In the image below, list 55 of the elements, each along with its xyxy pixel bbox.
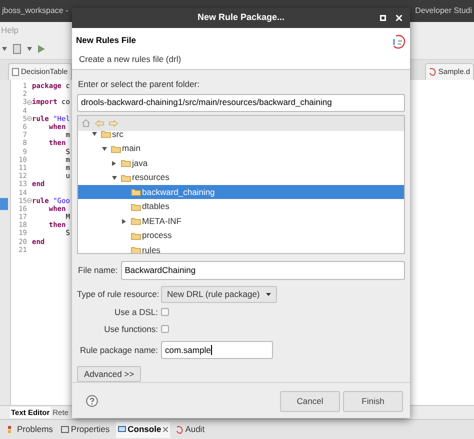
checkbox-label: Use functions:: [103, 322, 158, 336]
window-title: Developer Studi: [415, 5, 472, 17]
help-icon[interactable]: [86, 395, 98, 408]
field-label: File name:: [77, 264, 118, 277]
tree-item[interactable]: dtables: [78, 199, 404, 214]
selection-marker: [0, 198, 8, 210]
panel-tab[interactable]: Console: [116, 422, 170, 438]
dialog-button[interactable]: Cancel: [280, 390, 340, 412]
dropdown-caret-icon: [266, 292, 271, 296]
advanced-button[interactable]: Advanced >>: [77, 366, 142, 382]
maximize-icon[interactable]: [380, 15, 386, 21]
header-title: New Rules File: [76, 34, 137, 47]
audit-icon: [176, 426, 184, 434]
tree-item[interactable]: META-INF: [78, 214, 404, 228]
collapsed-arrow-icon[interactable]: [122, 218, 126, 224]
tree-item[interactable]: backward_chaining: [78, 184, 404, 200]
file-name-field[interactable]: BackwardChaining: [120, 260, 405, 280]
package-name-field[interactable]: com.sample: [161, 341, 273, 360]
console-icon: [118, 426, 126, 433]
tree-item[interactable]: src: [78, 126, 404, 142]
dialog-button[interactable]: Finish: [343, 390, 403, 412]
field-label: Enter or select the parent folder:: [77, 78, 200, 91]
caret-icon[interactable]: [27, 46, 32, 50]
field-label: Type of rule resource:: [77, 288, 158, 301]
tree-item[interactable]: main: [78, 141, 404, 156]
collapsed-arrow-icon[interactable]: [112, 160, 116, 166]
window-title: jboss_workspace -: [2, 5, 68, 17]
header-description: Create a new rules file (drl): [78, 52, 182, 66]
expanded-arrow-icon[interactable]: [102, 146, 107, 150]
caret-icon[interactable]: [2, 46, 7, 50]
rule-type-dropdown[interactable]: New DRL (rule package): [161, 286, 277, 303]
tree-item[interactable]: java: [78, 156, 404, 170]
field-label: Rule package name:: [79, 344, 158, 357]
tree-item[interactable]: process: [78, 228, 404, 243]
expanded-arrow-icon[interactable]: [112, 176, 117, 180]
rules-file-icon: [392, 34, 406, 50]
panel-tab[interactable]: Audit: [174, 422, 207, 438]
file-icon: [12, 68, 19, 76]
checkbox[interactable]: [161, 308, 169, 316]
text-cursor: [210, 345, 212, 356]
checkbox[interactable]: [161, 324, 169, 333]
run-icon[interactable]: [38, 44, 45, 52]
dialog-title: New Rule Package...: [197, 11, 285, 24]
panel-tab[interactable]: Problems: [6, 422, 55, 438]
tree-item[interactable]: rules: [78, 242, 404, 253]
folder-field[interactable]: drools-backward-chaining1/src/main/resources/backward_chaining: [77, 94, 405, 112]
properties-icon: [60, 426, 69, 433]
fold-icon[interactable]: [27, 198, 32, 204]
tree-item[interactable]: resources: [78, 170, 404, 185]
fold-icon[interactable]: [27, 100, 32, 105]
rules-file-icon: [429, 68, 436, 76]
panel-tab[interactable]: Properties: [58, 422, 112, 438]
checkbox-label: Use a DSL:: [114, 306, 158, 318]
fold-icon[interactable]: [27, 116, 32, 122]
expanded-arrow-icon[interactable]: [92, 132, 97, 136]
